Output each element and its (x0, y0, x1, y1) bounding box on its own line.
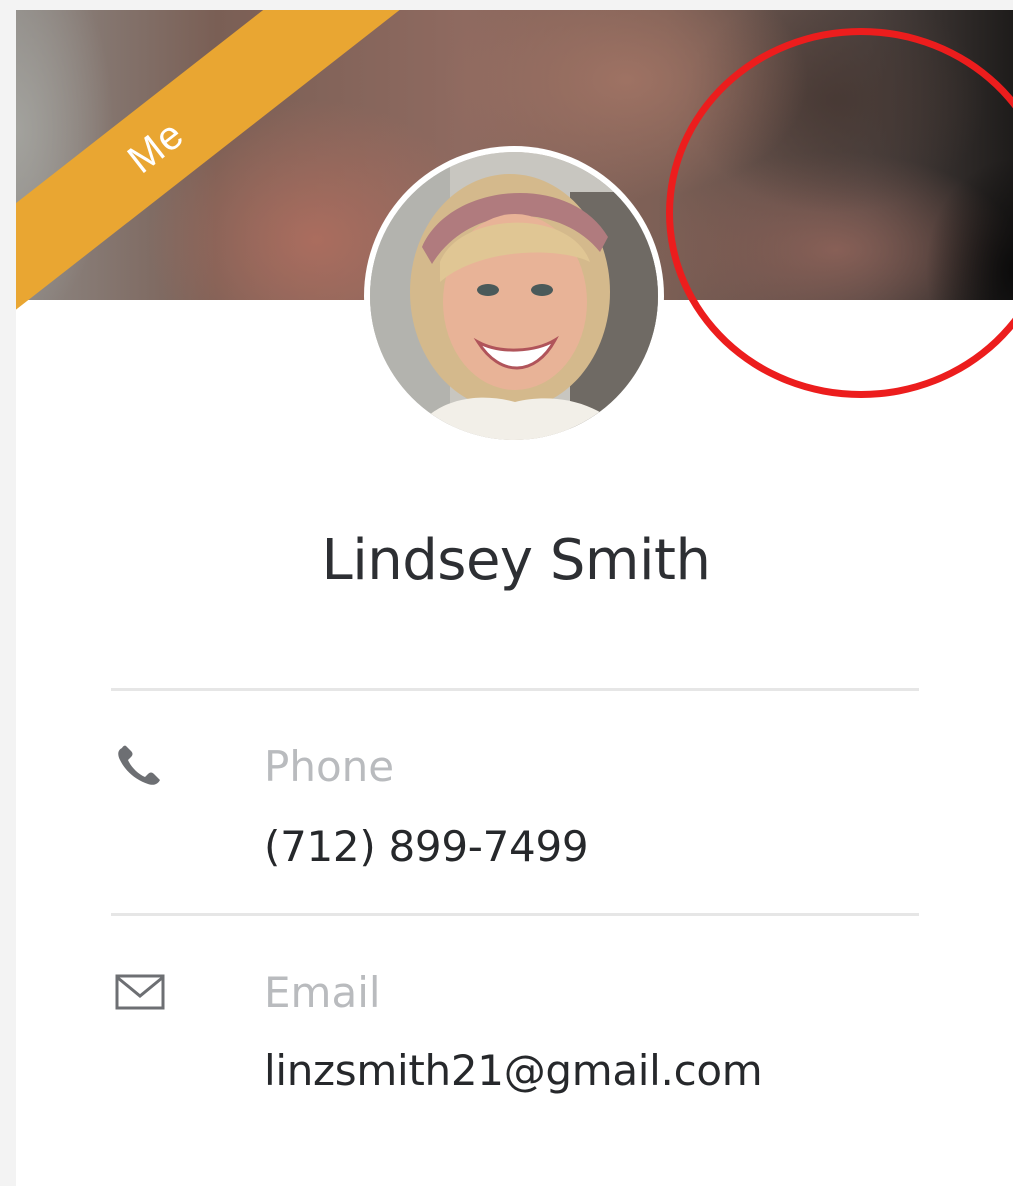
me-badge-label: Me (119, 111, 192, 182)
profile-name: Lindsey Smith (321, 528, 711, 593)
avatar[interactable] (364, 146, 664, 446)
phone-icon (114, 744, 170, 788)
divider (111, 913, 919, 916)
envelope-icon (114, 972, 170, 1016)
phone-label: Phone (264, 742, 395, 791)
avatar-photo (370, 152, 658, 440)
divider (111, 688, 919, 691)
profile-card: Me Lindsey Smith Phone (712) 899-7499 Em… (16, 10, 1013, 1186)
email-label: Email (264, 968, 381, 1017)
phone-value[interactable]: (712) 899-7499 (264, 822, 589, 871)
email-value[interactable]: linzsmith21@gmail.com (264, 1046, 763, 1095)
